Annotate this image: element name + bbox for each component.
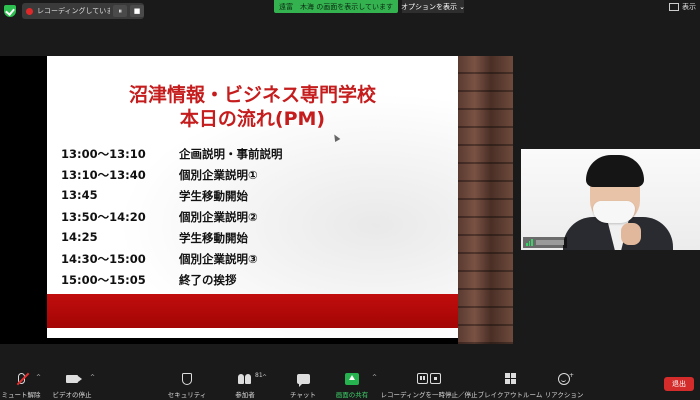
share-options-chevron-icon[interactable]: ^: [372, 374, 377, 381]
meeting-toolbar: ミュート解除 ^ ビデオの停止 ^ セキュリティ 81 参加者 ^ チャット 画…: [0, 366, 700, 400]
shield-icon: [182, 372, 192, 385]
pause-recording-button[interactable]: ⏸: [113, 5, 128, 17]
chat-button[interactable]: チャット: [290, 366, 316, 400]
breakout-rooms-label: ブレイクアウトルーム: [477, 391, 543, 399]
video-camera-icon: [66, 374, 82, 383]
share-screen-icon: [345, 372, 359, 385]
pause-stop-recording-button[interactable]: レコーディングを一時停止／停止: [380, 366, 478, 400]
audio-options-chevron-icon[interactable]: ^: [36, 374, 41, 381]
schedule-event: 学生移動開始: [179, 231, 248, 245]
schedule-time: 14:30～15:00: [61, 252, 146, 266]
participants-options-chevron-icon[interactable]: ^: [262, 374, 267, 381]
participants-icon: [238, 373, 252, 384]
view-label: 表示: [682, 3, 696, 11]
viewing-screen-banner: 遠富 木海 の画面を表示しています: [274, 0, 398, 13]
recording-indicator: レコーディングしています... ⏸ ■: [22, 3, 144, 19]
participant-name-tag: [523, 237, 567, 248]
signal-strength-icon: [526, 239, 533, 246]
slide-title: 沼津情報・ビジネス専門学校: [128, 84, 376, 106]
unmute-button[interactable]: ミュート解除: [1, 366, 41, 400]
slide-subtitle: 本日の流れ(PM): [179, 108, 326, 130]
breakout-rooms-button[interactable]: ブレイクアウトルーム: [478, 366, 542, 400]
share-screen-label: 画面の共有: [335, 391, 369, 399]
participant-mask: [593, 201, 635, 223]
stop-recording-button[interactable]: ■: [130, 5, 144, 17]
security-button[interactable]: セキュリティ: [167, 366, 207, 400]
schedule-event: 終了の挨拶: [179, 273, 237, 287]
schedule-time: 13:00～13:10: [61, 147, 146, 161]
schedule-event: 企画説明・事前説明: [179, 147, 283, 161]
participants-label: 参加者: [235, 391, 255, 399]
unmute-label: ミュート解除: [1, 391, 41, 399]
stop-video-label: ビデオの停止: [52, 391, 92, 399]
participant-video[interactable]: [521, 149, 700, 250]
presentation-slide: 沼津情報・ビジネス専門学校 本日の流れ(PM) 13:00～13:10 企画説明…: [47, 56, 458, 338]
chat-bubble-icon: [296, 373, 310, 387]
brick-wall-background: [458, 56, 513, 344]
pause-stop-recording-label: レコーディングを一時停止／停止: [380, 391, 478, 399]
microphone-muted-icon: [16, 372, 29, 386]
leave-meeting-button[interactable]: 退出: [664, 377, 694, 391]
smiley-icon: +: [558, 372, 574, 385]
share-screen-button[interactable]: 画面の共有: [334, 366, 370, 400]
recording-status-text: レコーディングしています...: [37, 7, 111, 15]
schedule-event: 学生移動開始: [179, 189, 248, 203]
schedule-time: 13:50～14:20: [61, 210, 146, 224]
view-button[interactable]: 表示: [669, 2, 696, 12]
schedule-time: 13:45: [61, 188, 98, 202]
chat-label: チャット: [290, 391, 316, 399]
participant-name-redacted: [535, 240, 564, 245]
schedule-time: 13:10～13:40: [61, 168, 146, 182]
security-label: セキュリティ: [167, 391, 207, 399]
participants-button[interactable]: 81 参加者: [230, 366, 262, 400]
breakout-rooms-icon: [504, 373, 516, 384]
schedule-time: 15:00～15:05: [61, 273, 146, 287]
mouse-cursor-icon: [331, 132, 341, 143]
stop-video-button[interactable]: ビデオの停止: [50, 366, 94, 400]
schedule-event: 個別企業説明③: [179, 252, 258, 266]
pause-stop-icon: [417, 373, 441, 384]
reactions-button[interactable]: + リアクション: [544, 366, 584, 400]
participant-hand: [621, 223, 641, 245]
schedule-event: 個別企業説明②: [179, 210, 258, 224]
reactions-label: リアクション: [544, 391, 584, 399]
view-options-button[interactable]: オプションを表示 ⌄: [401, 0, 465, 13]
schedule-event: 個別企業説明①: [179, 168, 258, 182]
slide-footer-band: [47, 294, 458, 328]
recording-dot-icon: [26, 7, 33, 15]
video-options-chevron-icon[interactable]: ^: [90, 374, 95, 381]
security-shield-icon[interactable]: [4, 5, 16, 17]
top-bar: レコーディングしています... ⏸ ■ 遠富 木海 の画面を表示しています オプ…: [0, 0, 700, 22]
schedule-time: 14:25: [61, 230, 98, 244]
view-grid-icon: [669, 3, 679, 11]
